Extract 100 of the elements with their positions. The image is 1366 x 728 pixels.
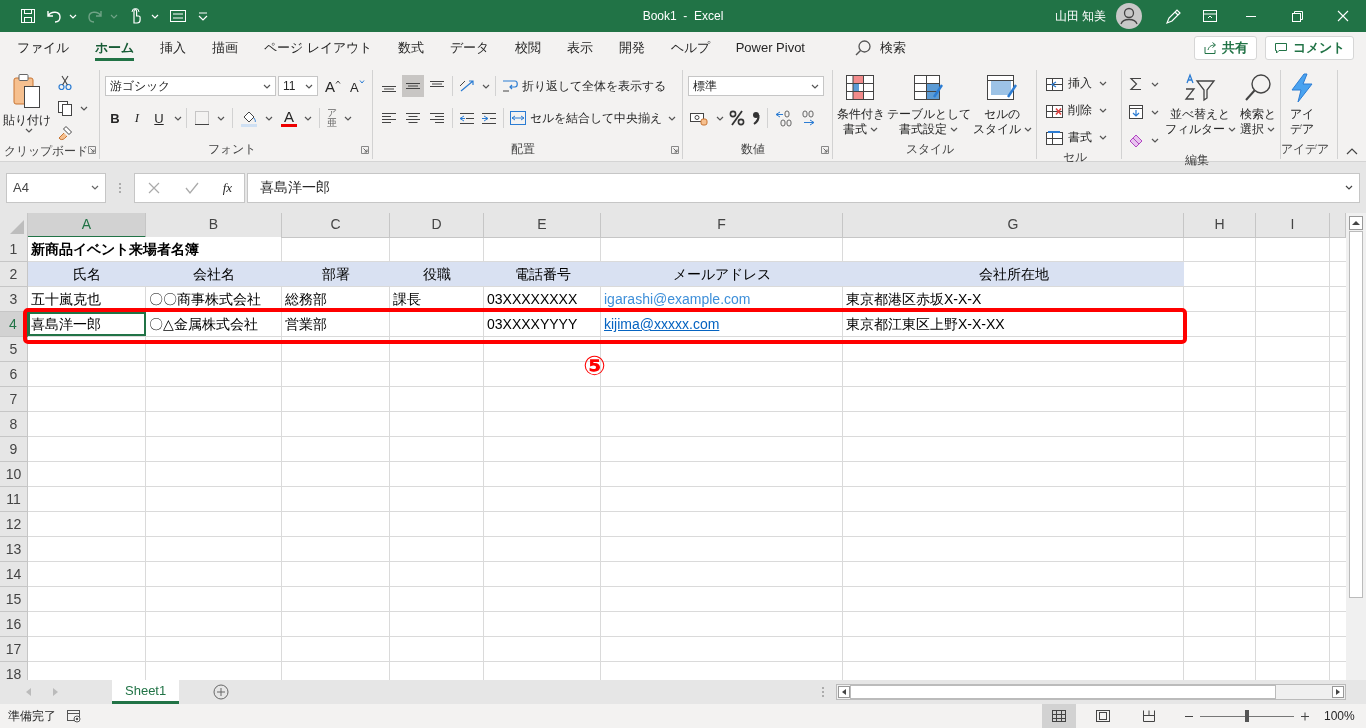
wrap-text-button[interactable]: 折り返して全体を表示する xyxy=(499,74,667,98)
row-header[interactable]: 10 xyxy=(0,462,28,487)
search-icon[interactable] xyxy=(854,39,872,57)
pen-icon[interactable] xyxy=(1164,7,1182,25)
row-header[interactable]: 1 xyxy=(0,237,28,262)
menu-tab[interactable]: 開発 xyxy=(605,32,658,64)
formula-input[interactable]: 喜島洋一郎 xyxy=(247,172,1360,203)
table-format-icon xyxy=(911,73,946,103)
font-size-dropdown[interactable]: 11 xyxy=(278,76,318,96)
merge-center-button[interactable]: セルを結合して中央揃え xyxy=(507,106,677,130)
row-header[interactable]: 7 xyxy=(0,387,28,412)
italic-button[interactable]: I xyxy=(127,108,147,128)
group-label: フォント xyxy=(207,140,256,158)
format-cells-icon xyxy=(1044,129,1064,146)
row-header[interactable]: 14 xyxy=(0,562,28,587)
collapse-ribbon-icon[interactable] xyxy=(1346,147,1358,155)
menu-tab[interactable]: 挿入 xyxy=(147,32,199,64)
font-color-button[interactable]: A xyxy=(278,106,315,130)
zoom-in-icon[interactable] xyxy=(1300,711,1310,721)
dialog-launcher-icon[interactable] xyxy=(360,146,369,154)
row-header[interactable]: 15 xyxy=(0,587,28,612)
middle-align-button[interactable] xyxy=(401,75,424,97)
menu-tab[interactable]: ファイル xyxy=(4,32,82,64)
column-header[interactable]: C xyxy=(282,213,390,238)
menu-tab[interactable]: 表示 xyxy=(553,32,606,64)
menu-tab[interactable]: Power Pivot xyxy=(722,32,818,64)
avatar-icon[interactable] xyxy=(1116,3,1142,29)
number-format-dropdown[interactable]: 標準 xyxy=(687,76,824,96)
column-header[interactable]: B xyxy=(146,213,282,238)
customize-icon[interactable] xyxy=(197,10,209,22)
handle-dots-icon[interactable] xyxy=(118,181,122,194)
vertical-scrollbar[interactable] xyxy=(1346,213,1366,680)
email-link[interactable]: igarashi@example.com xyxy=(601,287,843,311)
column-header[interactable]: A xyxy=(28,213,146,238)
shrink-font-button[interactable]: A xyxy=(348,77,367,95)
row-header[interactable]: 3 xyxy=(0,287,28,312)
menu-tab[interactable]: ページ レイアウト xyxy=(251,32,385,64)
undo-icon[interactable] xyxy=(46,8,62,24)
delete-cells-button[interactable]: 削除 xyxy=(1041,99,1110,122)
horizontal-scrollbar[interactable] xyxy=(836,684,1346,700)
conditional-format-button[interactable]: 条件付き 書式 xyxy=(835,70,886,137)
sheet-title: 新商品イベント来場者名簿 xyxy=(28,237,281,261)
format-as-table-button[interactable]: テーブルとして 書式設定 xyxy=(885,70,972,137)
ribbon-display-icon[interactable] xyxy=(1202,9,1218,23)
phonetic-button[interactable]: ア 亜 xyxy=(324,106,355,130)
caret-icon xyxy=(80,105,88,111)
font-name-dropdown[interactable]: 游ゴシック xyxy=(105,76,276,96)
save-icon[interactable] xyxy=(20,8,36,24)
underline-button[interactable]: U xyxy=(149,108,169,128)
cell-styles-button[interactable]: セルの スタイル xyxy=(971,70,1033,137)
ideas-button[interactable]: アイ デア xyxy=(1285,70,1318,137)
column-header[interactable]: G xyxy=(843,213,1184,238)
row-header[interactable]: 6 xyxy=(0,362,28,387)
column-header[interactable]: H xyxy=(1184,213,1256,238)
row-header[interactable]: 2 xyxy=(0,262,28,287)
form-icon[interactable] xyxy=(169,8,187,24)
menu-tab[interactable]: ヘルプ xyxy=(657,32,723,64)
hand-icon[interactable] xyxy=(128,7,144,25)
comment-button[interactable]: コメント xyxy=(1265,36,1354,60)
column-header[interactable]: E xyxy=(484,213,601,238)
dialog-launcher-icon[interactable] xyxy=(820,146,829,154)
row-header[interactable]: 12 xyxy=(0,512,28,537)
normal-view-button[interactable] xyxy=(1042,704,1076,728)
dialog-launcher-icon[interactable] xyxy=(88,146,96,154)
menu-tab[interactable]: データ xyxy=(436,32,502,64)
grow-font-button[interactable]: A xyxy=(323,77,343,95)
row-header[interactable]: 5 xyxy=(0,337,28,362)
row-header[interactable]: 17 xyxy=(0,637,28,662)
row-header[interactable]: 13 xyxy=(0,537,28,562)
column-header[interactable]: D xyxy=(390,213,484,238)
sort-filter-button[interactable]: 並べ替えと フィルター xyxy=(1163,70,1237,137)
row-header[interactable]: 8 xyxy=(0,412,28,437)
dialog-launcher-icon[interactable] xyxy=(670,146,679,154)
zoom-level[interactable]: 100% xyxy=(1324,709,1358,723)
column-header[interactable]: I xyxy=(1256,213,1330,238)
search-label[interactable]: 検索 xyxy=(880,39,906,57)
page-layout-view-icon xyxy=(1095,709,1111,723)
menu-tab[interactable]: 数式 xyxy=(384,32,437,64)
corner-triangle-icon xyxy=(10,220,24,234)
column-header[interactable]: F xyxy=(601,213,843,238)
bold-button[interactable]: B xyxy=(105,108,125,128)
user-name: 山田 知美 xyxy=(1054,7,1106,25)
insert-function-button[interactable]: fx xyxy=(222,179,233,196)
sheet-tab[interactable]: Sheet1 xyxy=(112,680,180,704)
indent-icon xyxy=(479,110,498,126)
macro-record-icon[interactable] xyxy=(66,709,82,723)
format-cells-button[interactable]: 書式 xyxy=(1041,126,1110,149)
name-box[interactable]: A4 xyxy=(6,172,106,203)
menu-tab[interactable]: 描画 xyxy=(199,32,251,64)
insert-cells-button[interactable]: 挿入 xyxy=(1041,72,1110,95)
share-button[interactable]: 共有 xyxy=(1194,36,1257,60)
row-header[interactable]: 9 xyxy=(0,437,28,462)
email-link[interactable]: kijima@xxxxx.com xyxy=(601,312,843,336)
add-sheet-icon[interactable] xyxy=(213,684,230,700)
row-header[interactable]: 18 xyxy=(0,662,28,680)
menu-tab[interactable]: 校閲 xyxy=(501,32,554,64)
row-header[interactable]: 16 xyxy=(0,612,28,637)
paste-button[interactable]: 貼り付け xyxy=(2,70,52,133)
row-header[interactable]: 11 xyxy=(0,487,28,512)
find-select-button[interactable]: 検索と 選択 xyxy=(1238,70,1277,137)
